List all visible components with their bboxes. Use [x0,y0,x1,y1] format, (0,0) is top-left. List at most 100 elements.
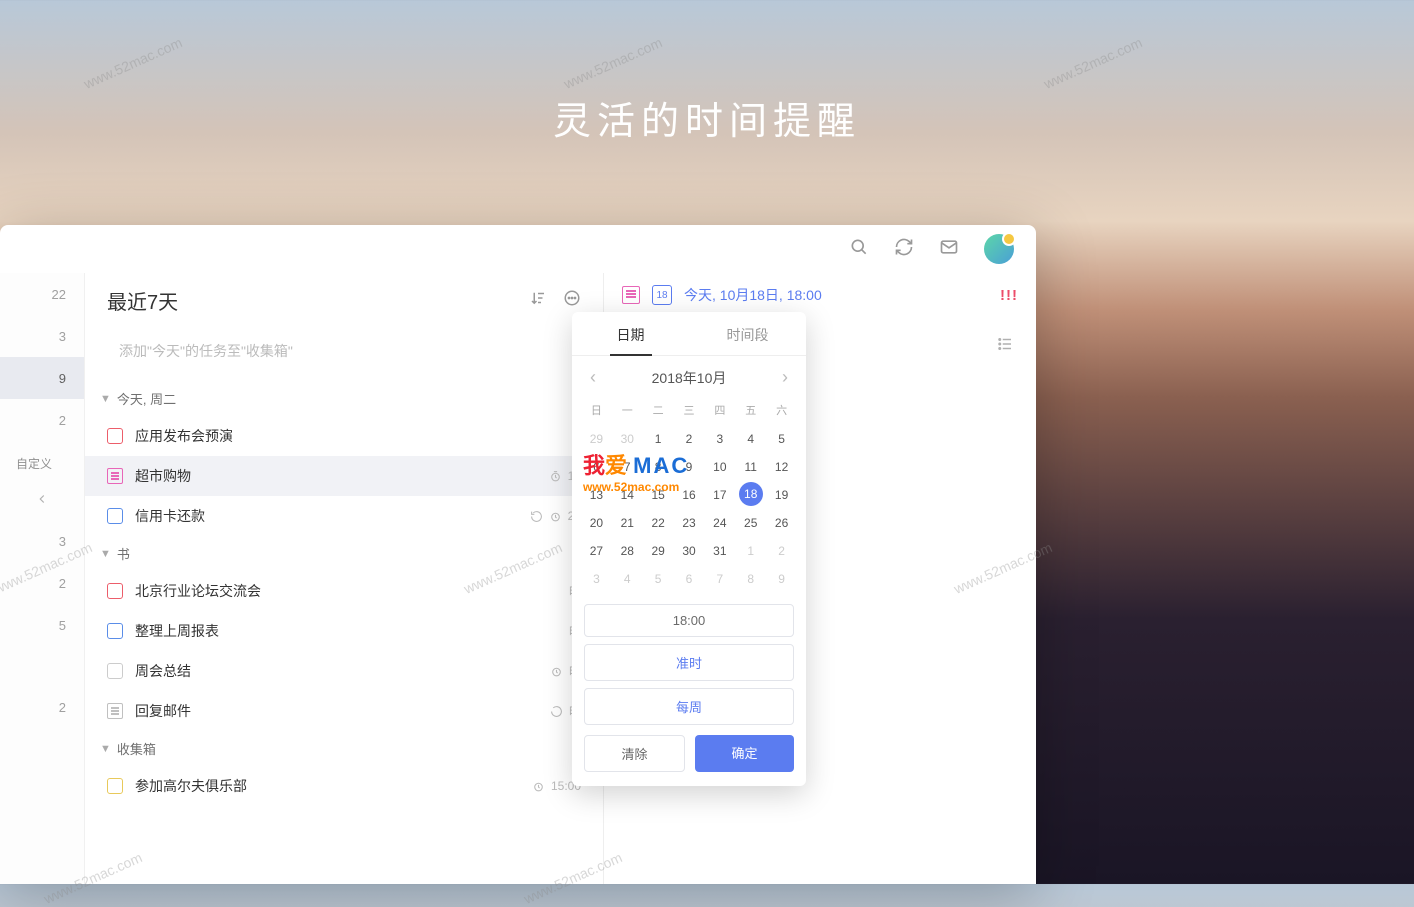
sidebar-count-5[interactable]: 3 [0,520,84,562]
day-cell[interactable]: 3 [582,566,611,592]
day-cell[interactable]: 2 [767,538,796,564]
day-cell[interactable]: 11 [736,454,765,480]
day-cell[interactable]: 4 [613,566,642,592]
task-row[interactable]: 北京行业论坛交流会明 [85,571,603,611]
section-today[interactable]: ▼今天, 周二 [85,381,603,416]
day-cell[interactable]: 9 [675,454,704,480]
calendar-grid: 日一二三四五六293012345678910111213141516171819… [572,394,806,600]
ontime-option[interactable]: 准时 [584,644,794,681]
dow-cell: 一 [613,396,642,424]
task-row[interactable]: 信用卡还款21 [85,496,603,536]
add-task-input[interactable]: 添加"今天"的任务至"收集箱" [107,331,581,371]
day-cell[interactable]: 6 [675,566,704,592]
app-header [0,225,1036,273]
day-cell[interactable]: 7 [613,454,642,480]
search-icon[interactable] [849,237,869,262]
repeat-option[interactable]: 每周 [584,688,794,725]
day-cell[interactable]: 25 [736,510,765,536]
sidebar-count-3[interactable]: 2 [0,399,84,441]
task-row[interactable]: 整理上周报表明 [85,611,603,651]
avatar[interactable] [984,234,1014,264]
more-icon[interactable] [547,289,581,312]
day-cell[interactable]: 8 [736,566,765,592]
sidebar-count-6[interactable]: 2 [0,562,84,604]
day-cell[interactable]: 1 [736,538,765,564]
section-book[interactable]: ▼书 [85,536,603,571]
priority-icon[interactable]: !!! [1000,287,1018,304]
day-cell[interactable]: 19 [767,482,796,508]
checkbox-icon[interactable] [107,623,123,639]
checkbox-icon[interactable] [107,428,123,444]
tab-range[interactable]: 时间段 [689,312,806,355]
calendar-icon[interactable]: 18 [652,285,672,305]
day-cell[interactable]: 30 [613,426,642,452]
day-cell[interactable]: 2 [675,426,704,452]
day-cell[interactable]: 15 [644,482,673,508]
clear-button[interactable]: 清除 [584,735,685,772]
day-cell[interactable]: 14 [613,482,642,508]
checkbox-icon[interactable] [107,583,123,599]
task-row[interactable]: 参加高尔夫俱乐部15:00 [85,766,603,806]
time-option[interactable]: 18:00 [584,604,794,637]
tab-date[interactable]: 日期 [572,312,689,355]
day-cell[interactable]: 13 [582,482,611,508]
sync-icon[interactable] [894,237,914,262]
task-row[interactable]: 周会总结明 [85,651,603,691]
task-row[interactable]: 回复邮件明 [85,691,603,731]
ok-button[interactable]: 确定 [695,735,794,772]
task-row[interactable]: 超市购物18 [85,456,603,496]
app-window: 22 3 9 2 自定义 3 2 5 2 最近7天 添加"今天"的任务至"收集箱… [0,225,1036,884]
note-icon[interactable] [107,703,123,719]
day-cell[interactable]: 4 [736,426,765,452]
note-icon[interactable] [107,468,123,484]
outline-icon[interactable] [996,335,1014,358]
task-row[interactable]: 应用发布会预演 [85,416,603,456]
day-cell[interactable]: 5 [644,566,673,592]
day-cell[interactable]: 22 [644,510,673,536]
section-inbox[interactable]: ▼收集箱 [85,731,603,766]
day-cell[interactable]: 27 [582,538,611,564]
day-cell[interactable]: 29 [582,426,611,452]
sort-icon[interactable] [513,289,547,312]
day-cell[interactable]: 26 [767,510,796,536]
day-cell[interactable]: 9 [767,566,796,592]
day-cell[interactable]: 20 [582,510,611,536]
day-cell[interactable]: 23 [675,510,704,536]
notification-icon[interactable] [939,237,959,262]
day-cell[interactable]: 3 [705,426,734,452]
checkbox-icon[interactable] [107,778,123,794]
detail-date[interactable]: 今天, 10月18日, 18:00 [684,285,822,305]
dow-cell: 二 [644,396,673,424]
day-cell[interactable]: 10 [705,454,734,480]
day-cell[interactable]: 1 [644,426,673,452]
month-label: 2018年10月 [652,368,727,388]
day-cell[interactable]: 17 [705,482,734,508]
next-month-icon[interactable]: › [778,367,792,388]
dow-cell: 三 [675,396,704,424]
day-cell[interactable]: 31 [705,538,734,564]
day-cell[interactable]: 5 [767,426,796,452]
dow-cell: 六 [767,396,796,424]
sidebar-count-1[interactable]: 3 [0,315,84,357]
day-cell[interactable]: 16 [675,482,704,508]
day-cell[interactable]: 24 [705,510,734,536]
sidebar-count-0[interactable]: 22 [0,273,84,315]
checkbox-icon[interactable] [107,508,123,524]
day-cell[interactable]: 7 [705,566,734,592]
sidebar-count-7[interactable]: 5 [0,604,84,646]
sidebar-count-2[interactable]: 9 [0,357,84,399]
day-cell[interactable]: 6 [582,454,611,480]
dow-cell: 日 [582,396,611,424]
day-cell[interactable]: 12 [767,454,796,480]
day-cell[interactable]: 28 [613,538,642,564]
sidebar-collapse-icon[interactable] [0,478,84,520]
day-cell[interactable]: 29 [644,538,673,564]
day-cell[interactable]: 30 [675,538,704,564]
day-cell[interactable]: 18 [739,482,763,506]
sidebar-count-8[interactable]: 2 [0,686,84,728]
day-cell[interactable]: 8 [644,454,673,480]
day-cell[interactable]: 21 [613,510,642,536]
prev-month-icon[interactable]: ‹ [586,367,600,388]
checkbox-icon[interactable] [107,663,123,679]
note-icon[interactable] [622,286,640,304]
